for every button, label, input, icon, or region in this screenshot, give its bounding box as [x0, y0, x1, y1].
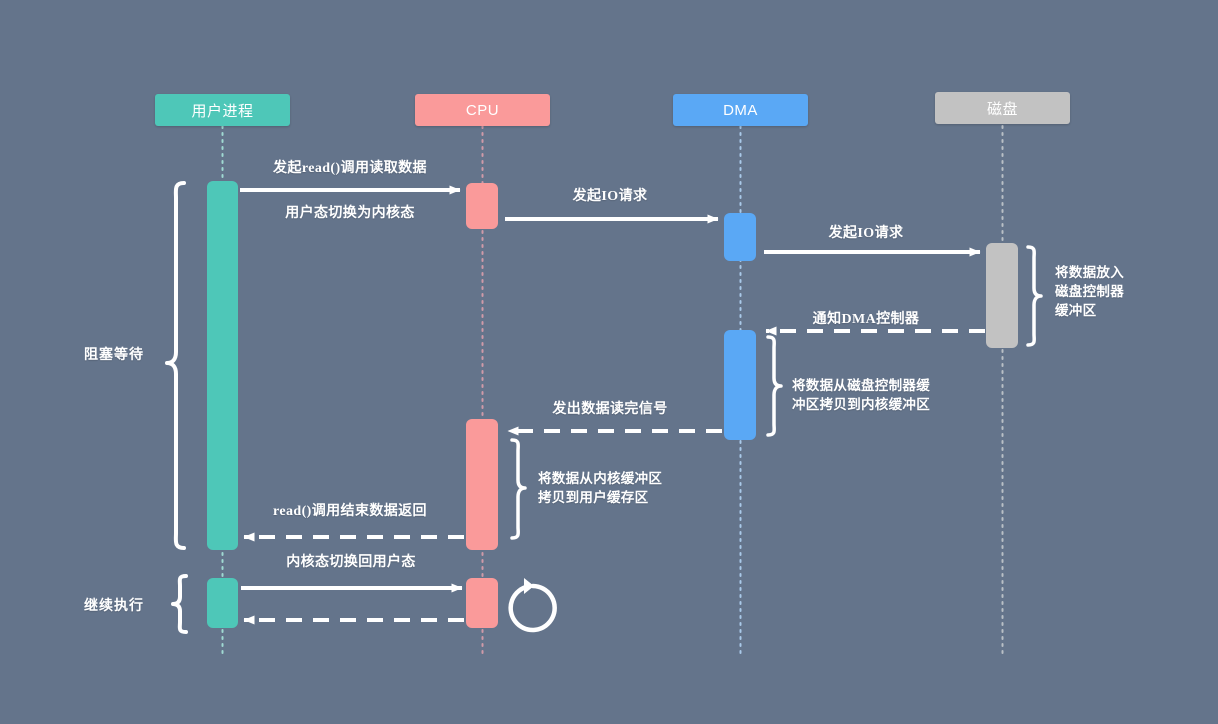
- actor-label-dma: DMA: [723, 101, 758, 119]
- activation-bar-dma-request: [724, 213, 756, 261]
- phase-label-blocking-wait: 阻塞等待: [84, 348, 144, 363]
- activation-bar-user-blocking: [207, 181, 238, 550]
- note-dma-copy-line-2: 冲区拷贝到内核缓冲区: [792, 397, 930, 412]
- note-disk-buffer-line-2: 磁盘控制器: [1055, 284, 1124, 299]
- loop-arrow-icon: [508, 578, 557, 633]
- brace-continue-execution: [171, 574, 188, 634]
- message-label-user-to-kernel: 用户态切换为内核态: [285, 206, 415, 221]
- brace-blocking-wait: [165, 181, 186, 550]
- activation-bar-dma-copy: [724, 330, 756, 440]
- note-cpu-copy-line-1: 将数据从内核缓冲区: [538, 471, 663, 486]
- actor-header-user[interactable]: 用户进程: [155, 94, 290, 126]
- brace-disk-note: [1026, 245, 1043, 347]
- note-dma-copy: 将数据从磁盘控制器缓 冲区拷贝到内核缓冲区: [792, 376, 930, 414]
- brace-cpu-note: [510, 438, 527, 540]
- activation-bar-cpu-continue: [466, 578, 498, 628]
- sequence-diagram-canvas: 用户进程 CPU DMA 磁盘 发起read()调用读取数据 用户态切换为内核态…: [0, 0, 1218, 724]
- message-label-io-request-dma-disk: 发起IO请求: [828, 226, 904, 241]
- note-disk-buffer-line-3: 缓冲区: [1055, 303, 1097, 318]
- message-label-read-call: 发起read()调用读取数据: [273, 161, 427, 176]
- actor-header-disk[interactable]: 磁盘: [935, 92, 1070, 124]
- note-disk-buffer-line-1: 将数据放入: [1055, 265, 1124, 280]
- note-cpu-copy: 将数据从内核缓冲区 拷贝到用户缓存区: [538, 469, 662, 507]
- message-label-notify-dma: 通知DMA控制器: [812, 312, 920, 327]
- actor-header-dma[interactable]: DMA: [673, 94, 808, 126]
- actor-label-user: 用户进程: [191, 102, 254, 120]
- actor-header-cpu[interactable]: CPU: [415, 94, 550, 126]
- activation-bar-cpu-copy: [466, 419, 498, 550]
- brace-dma-note: [766, 335, 783, 437]
- phase-label-continue-execution: 继续执行: [84, 599, 144, 614]
- message-label-read-return: read()调用结束数据返回: [273, 504, 427, 519]
- message-label-switch-back: 内核态切换回用户态: [286, 555, 416, 570]
- note-cpu-copy-line-2: 拷贝到用户缓存区: [538, 490, 649, 505]
- activation-bar-disk-read: [986, 243, 1018, 348]
- note-dma-copy-line-1: 将数据从磁盘控制器缓: [792, 378, 930, 393]
- message-label-io-request-cpu-dma: 发起IO请求: [572, 189, 648, 204]
- activation-bar-user-continue: [207, 578, 238, 628]
- message-label-read-complete-signal: 发出数据读完信号: [552, 402, 668, 417]
- actor-label-cpu: CPU: [465, 101, 500, 119]
- note-disk-buffer: 将数据放入 磁盘控制器 缓冲区: [1055, 263, 1124, 320]
- actor-label-disk: 磁盘: [986, 100, 1018, 118]
- activation-bar-cpu-syscall: [466, 183, 498, 229]
